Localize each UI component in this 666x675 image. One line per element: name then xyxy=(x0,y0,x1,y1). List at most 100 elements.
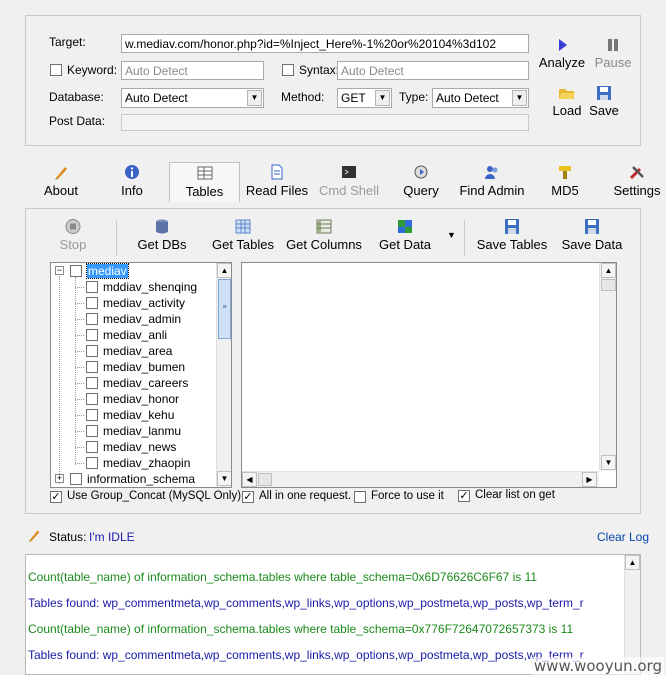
scroll-up-icon[interactable]: ▲ xyxy=(601,263,616,278)
watermark: www.wooyun.org xyxy=(531,657,664,675)
tree-checkbox[interactable] xyxy=(86,457,98,469)
tab-tables[interactable]: Tables xyxy=(169,162,240,202)
data-grid-hscroll[interactable]: ◀ ▶ xyxy=(242,471,599,487)
log-line: Count(table_name) of information_schema.… xyxy=(28,570,538,584)
tab-info[interactable]: Info xyxy=(114,162,150,202)
tree-checkbox[interactable] xyxy=(86,377,98,389)
floppy-icon xyxy=(505,219,519,234)
keyword-checkbox[interactable] xyxy=(50,64,62,76)
tree-checkbox[interactable] xyxy=(86,409,98,421)
save-label: Save xyxy=(589,103,619,118)
tree-checkbox[interactable] xyxy=(86,329,98,341)
tree-guide-line xyxy=(75,319,84,320)
tab-about-label: About xyxy=(44,183,78,198)
pen-icon xyxy=(55,167,67,180)
tab-cmd-shell[interactable]: Cmd Shell xyxy=(318,162,380,202)
tree-expander-icon[interactable]: − xyxy=(55,266,64,275)
tree-checkbox[interactable] xyxy=(86,345,98,357)
clear-list-checkbox[interactable]: ✓ xyxy=(458,490,470,502)
stop-button[interactable]: Stop xyxy=(56,218,90,252)
get-data-button[interactable]: Get Data xyxy=(378,218,432,252)
tree-checkbox[interactable] xyxy=(86,361,98,373)
tab-query-label: Query xyxy=(403,183,439,198)
tree-checkbox[interactable] xyxy=(86,297,98,309)
tree-table-label: mediav_anli xyxy=(103,328,168,342)
tree-second-root-label: information_schema xyxy=(87,472,196,486)
tree-checkbox[interactable] xyxy=(70,473,82,485)
tree-checkbox[interactable] xyxy=(86,425,98,437)
tree-guide-line xyxy=(75,463,84,464)
tree-guide-line xyxy=(59,276,60,484)
tab-settings[interactable]: Settings xyxy=(612,162,662,202)
scroll-thumb[interactable]: ≡ xyxy=(218,279,231,339)
all-in-one-checkbox[interactable]: ✓ xyxy=(242,491,254,503)
pen-icon xyxy=(28,530,40,543)
syntax-input[interactable]: Auto Detect xyxy=(337,61,529,80)
tree-checkbox[interactable] xyxy=(86,393,98,405)
method-select[interactable]: GET ▼ xyxy=(337,88,392,108)
post-data-input[interactable] xyxy=(121,114,529,131)
tables-tree[interactable]: − mediav mddiav_shenqing mediav_activity m… xyxy=(50,262,232,488)
tree-table-label: mediav_news xyxy=(103,440,177,454)
table-icon xyxy=(197,166,212,180)
method-value: GET xyxy=(341,91,366,105)
get-data-dropdown-arrow-icon[interactable]: ▼ xyxy=(447,230,456,240)
tree-checkbox[interactable] xyxy=(86,281,98,293)
tab-query[interactable]: Query xyxy=(401,162,441,202)
target-label: Target: xyxy=(49,35,86,49)
pause-button[interactable]: Pause xyxy=(592,37,634,70)
file-icon xyxy=(271,164,283,180)
scroll-thumb[interactable] xyxy=(601,279,616,291)
scroll-up-icon[interactable]: ▲ xyxy=(625,555,640,570)
tab-md5[interactable]: MD5 xyxy=(548,162,582,202)
post-data-label: Post Data: xyxy=(49,114,106,128)
tab-about[interactable]: About xyxy=(38,162,84,202)
tree-expander-icon[interactable]: + xyxy=(55,474,64,483)
tree-table-label: mediav_activity xyxy=(103,296,186,310)
scroll-thumb[interactable] xyxy=(258,473,272,486)
get-dbs-button[interactable]: Get DBs xyxy=(136,218,188,252)
data-grid[interactable]: ▲ ▼ ◀ ▶ xyxy=(241,262,617,488)
scroll-left-icon[interactable]: ◀ xyxy=(242,472,257,487)
type-value: Auto Detect xyxy=(436,91,499,105)
tree-table-label: mediav_bumen xyxy=(103,360,186,374)
tree-guide-line xyxy=(75,277,76,465)
tree-checkbox[interactable] xyxy=(86,313,98,325)
save-button[interactable]: Save xyxy=(586,85,622,118)
force-checkbox[interactable] xyxy=(354,491,366,503)
tab-read-files[interactable]: Read Files xyxy=(245,162,309,202)
group-concat-checkbox[interactable]: ✓ xyxy=(50,491,62,503)
get-data-label: Get Data xyxy=(378,237,432,252)
save-data-button[interactable]: Save Data xyxy=(561,218,623,252)
syntax-checkbox[interactable] xyxy=(282,64,294,76)
database-select[interactable]: Auto Detect ▼ xyxy=(121,88,264,108)
scroll-up-icon[interactable]: ▲ xyxy=(217,263,231,278)
terminal-icon xyxy=(342,166,356,178)
save-tables-button[interactable]: Save Tables xyxy=(476,218,548,252)
database-label: Database: xyxy=(49,90,104,104)
target-input[interactable]: w.mediav.com/honor.php?id=%Inject_Here%-… xyxy=(121,34,529,53)
tree-table-label: mddiav_shenqing xyxy=(103,280,198,294)
load-button[interactable]: Load xyxy=(548,85,586,118)
tab-find-admin[interactable]: Find Admin xyxy=(458,162,526,202)
get-columns-button[interactable]: Get Columns xyxy=(286,218,362,252)
pause-icon xyxy=(608,39,618,51)
analyze-button[interactable]: Analyze xyxy=(538,37,586,70)
get-tables-button[interactable]: Get Tables xyxy=(210,218,276,252)
tree-scrollbar[interactable]: ▲ ≡ ▼ xyxy=(216,263,231,487)
tools-icon xyxy=(629,166,644,180)
analyze-label: Analyze xyxy=(538,55,586,70)
get-columns-label: Get Columns xyxy=(286,237,362,252)
scroll-down-icon[interactable]: ▼ xyxy=(217,471,231,486)
floppy-icon xyxy=(597,86,611,100)
scroll-right-icon[interactable]: ▶ xyxy=(582,472,597,487)
tree-table-label: mediav_kehu xyxy=(103,408,175,422)
clear-log-link[interactable]: Clear Log xyxy=(597,530,649,544)
tree-checkbox[interactable] xyxy=(86,441,98,453)
tree-checkbox[interactable] xyxy=(70,265,82,277)
tree-guide-line xyxy=(75,399,84,400)
type-select[interactable]: Auto Detect ▼ xyxy=(432,88,529,108)
scroll-down-icon[interactable]: ▼ xyxy=(601,455,616,470)
data-grid-vscroll[interactable]: ▲ ▼ xyxy=(599,263,616,471)
keyword-input[interactable]: Auto Detect xyxy=(121,61,264,80)
